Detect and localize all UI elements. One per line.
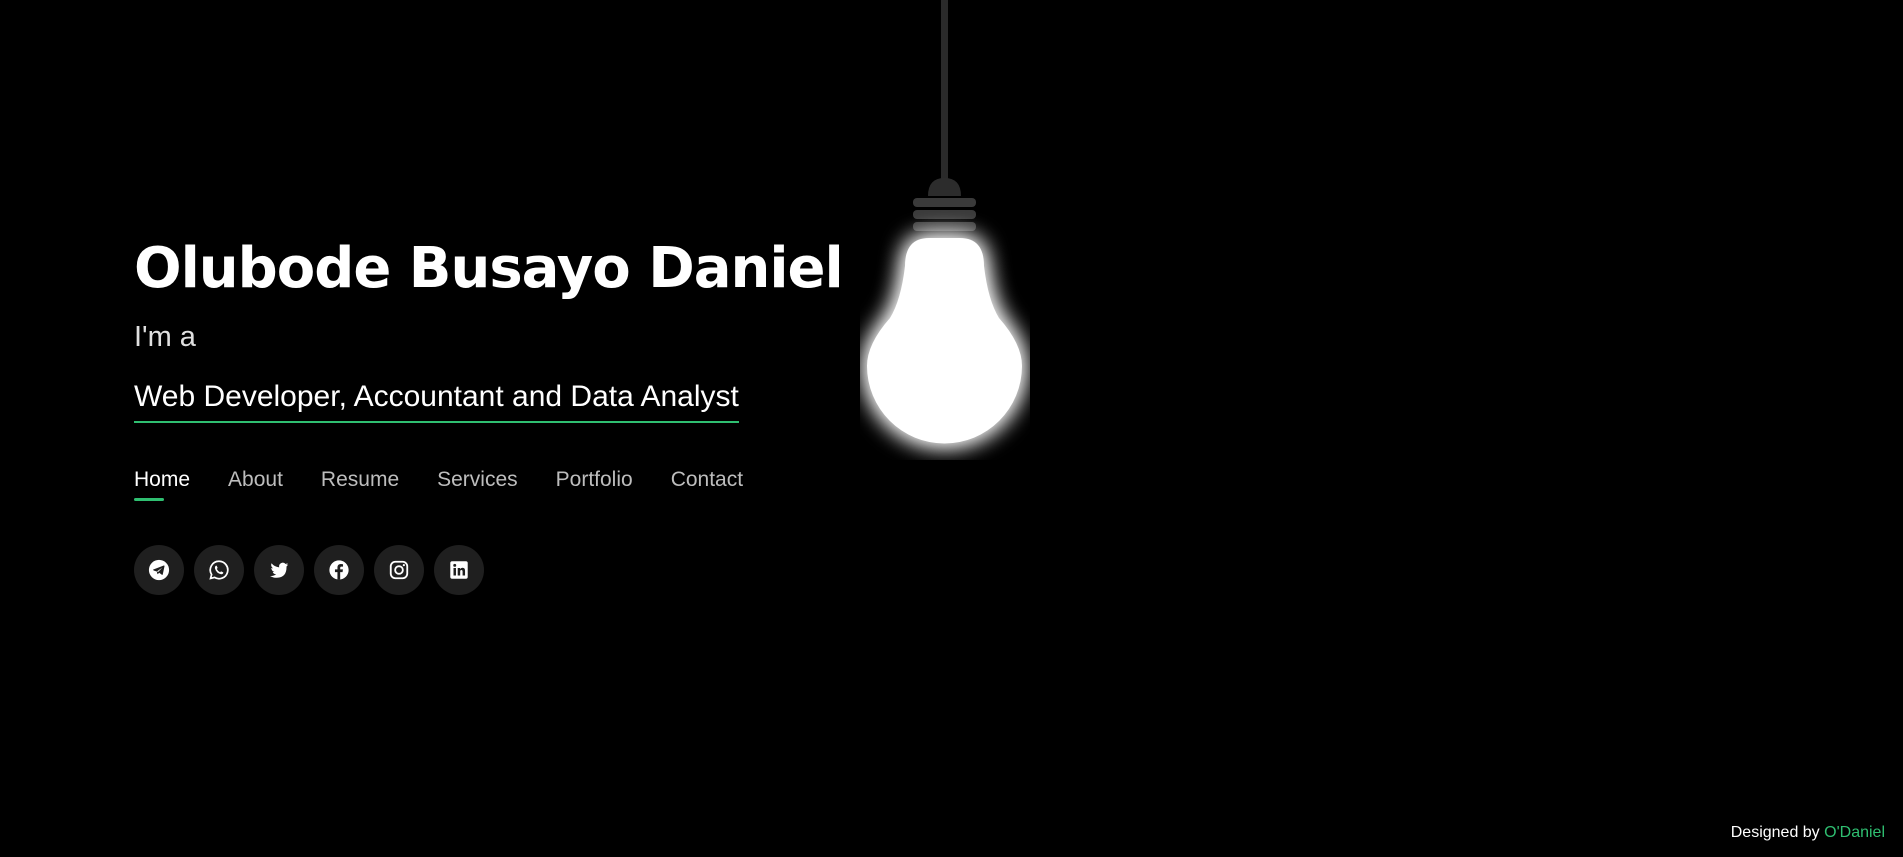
nav-item-portfolio[interactable]: Portfolio — [556, 465, 633, 501]
credit-prefix: Designed by — [1730, 824, 1820, 841]
main-nav: Home About Resume Services Portfolio Con… — [134, 465, 743, 501]
nav-item-home[interactable]: Home — [134, 465, 190, 501]
lamp-cap — [928, 178, 961, 196]
hero-name: Olubode Busayo Daniel — [134, 236, 844, 301]
instagram-link[interactable] — [374, 545, 424, 595]
hero-section: Olubode Busayo Daniel I'm a Web Develope… — [134, 233, 874, 423]
nav-item-about[interactable]: About — [228, 465, 283, 501]
hero-role-typed-text: Web Developer, Accountant and Data Analy… — [134, 380, 739, 413]
facebook-link[interactable] — [314, 545, 364, 595]
light-bulb — [867, 238, 1022, 444]
linkedin-icon — [450, 561, 468, 579]
twitter-icon — [270, 562, 289, 578]
page: Olubode Busayo Daniel I'm a Web Develope… — [0, 0, 1903, 857]
facebook-icon — [329, 560, 349, 580]
twitter-link[interactable] — [254, 545, 304, 595]
telegram-icon — [148, 559, 170, 581]
whatsapp-link[interactable] — [194, 545, 244, 595]
hero-role-underline: Web Developer, Accountant and Data Analy… — [134, 379, 739, 423]
nav-item-resume[interactable]: Resume — [321, 465, 399, 501]
credit-author-link[interactable]: O'Daniel — [1824, 824, 1885, 841]
instagram-icon — [389, 560, 409, 580]
social-links — [134, 545, 484, 595]
hanging-lamp-illustration — [860, 0, 1030, 460]
lamp-cord — [941, 0, 948, 182]
footer-credit: Designed by O'Daniel — [1731, 823, 1885, 843]
hero-intro: I'm a — [134, 321, 196, 353]
nav-item-services[interactable]: Services — [437, 465, 518, 501]
whatsapp-icon — [209, 560, 229, 580]
linkedin-link[interactable] — [434, 545, 484, 595]
nav-item-contact[interactable]: Contact — [671, 465, 743, 501]
lamp-socket — [913, 198, 976, 231]
telegram-link[interactable] — [134, 545, 184, 595]
